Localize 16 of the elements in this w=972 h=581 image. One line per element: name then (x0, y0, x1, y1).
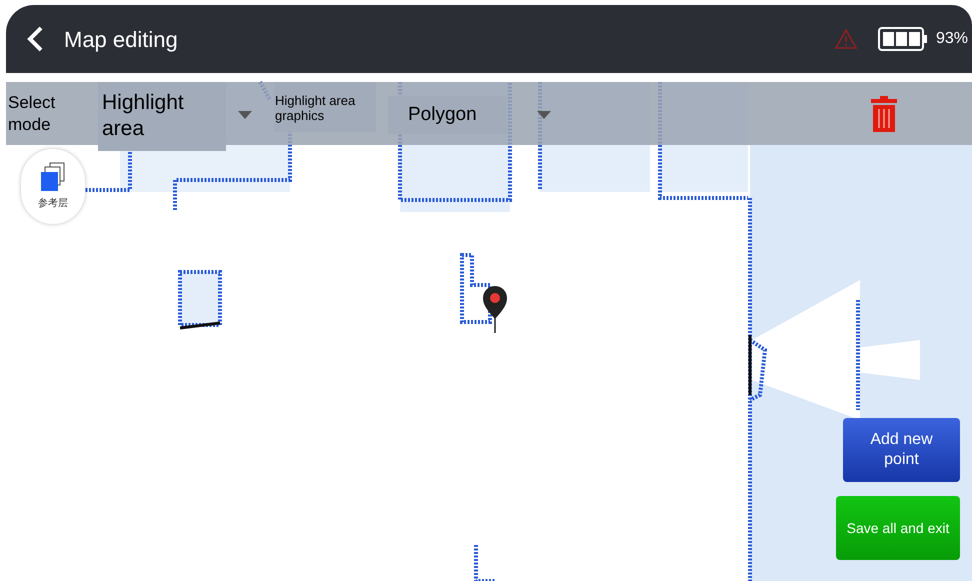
graphics-dropdown[interactable]: Polygon (388, 96, 507, 134)
mode-label: Select mode (8, 92, 56, 136)
caret-icon (238, 111, 252, 119)
back-icon[interactable] (26, 26, 44, 52)
wall-line (474, 545, 495, 581)
caret-icon (537, 111, 551, 119)
warning-icon (834, 28, 858, 50)
graphics-label: Highlight area graphics (274, 82, 376, 132)
obstacle-drawing (460, 253, 492, 324)
reference-layer-button[interactable]: 参考层 (21, 149, 85, 224)
location-pin-icon (482, 285, 508, 333)
battery-icon (878, 27, 928, 51)
obstacle-drawing (178, 270, 222, 330)
header-title: Map editing (64, 26, 178, 54)
battery-percentage: 93% (936, 29, 968, 49)
add-point-button[interactable]: Add new point (843, 418, 960, 482)
